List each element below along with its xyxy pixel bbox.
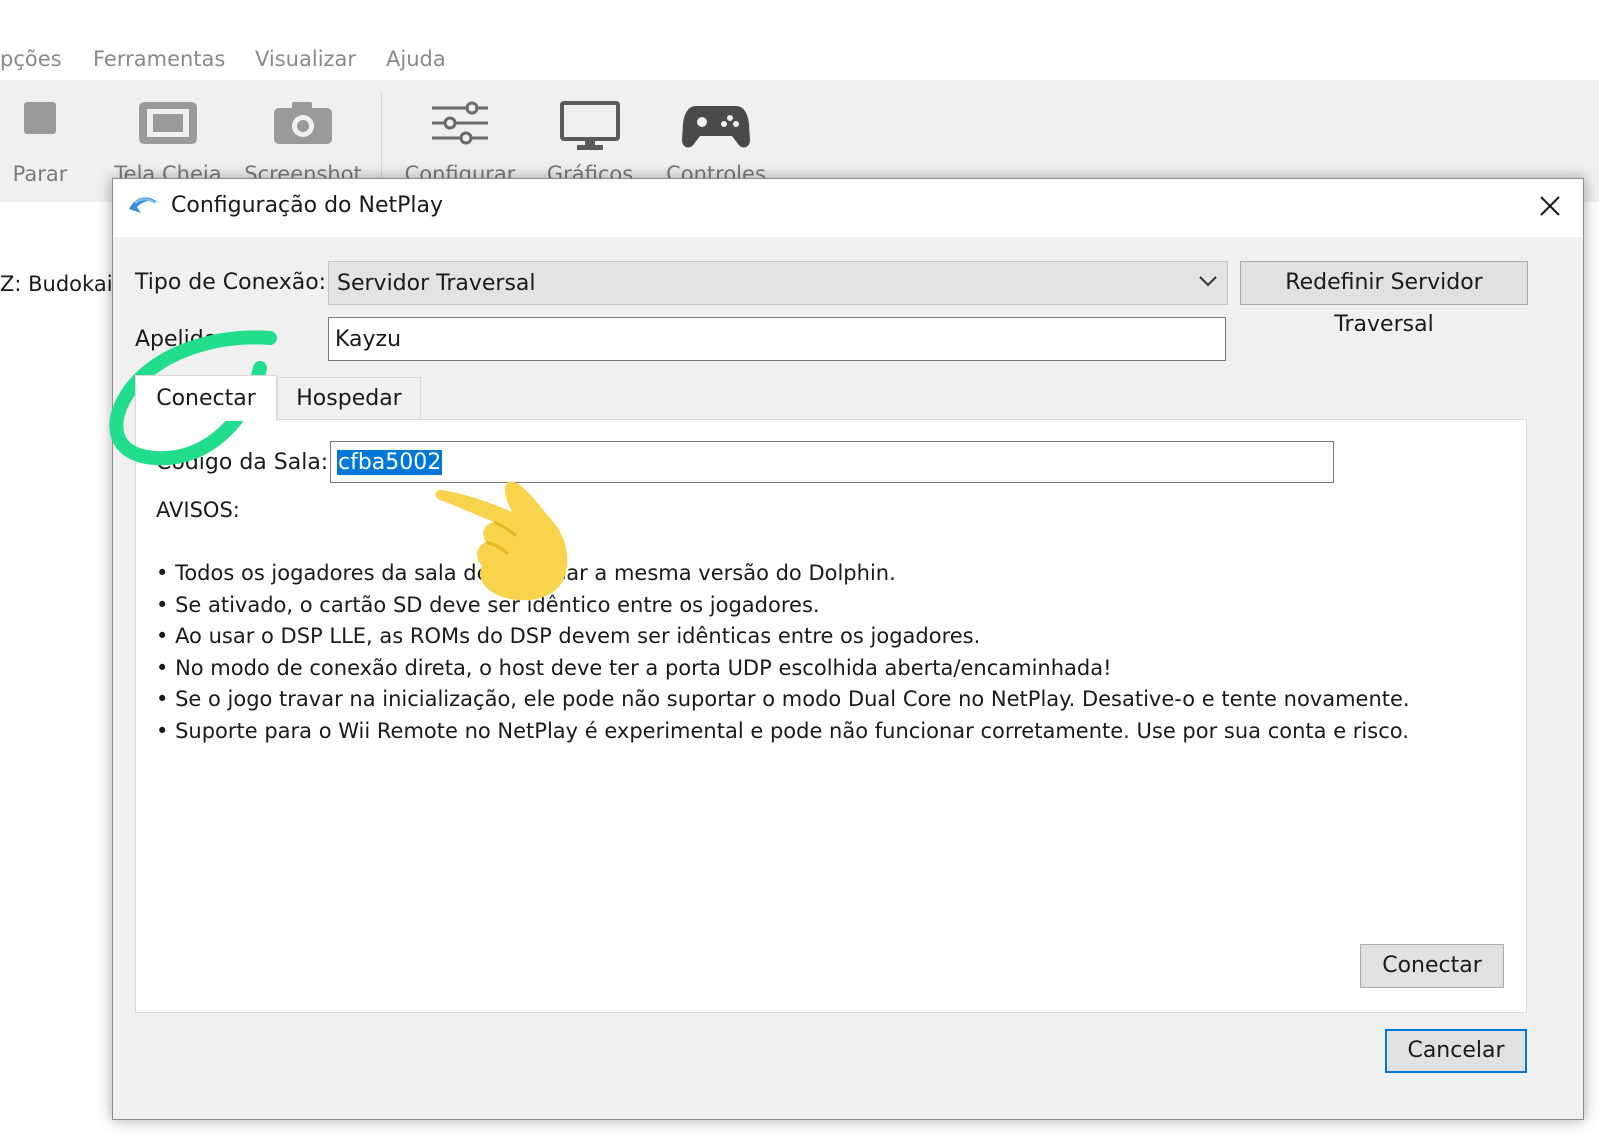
menu-tools[interactable]: Ferramentas — [93, 47, 225, 71]
stop-label: Parar — [12, 162, 68, 186]
connection-type-value: Servidor Traversal — [337, 271, 536, 296]
connect-button[interactable]: Conectar — [1360, 944, 1504, 988]
warning-item: Ao usar o DSP LLE, as ROMs do DSP devem … — [156, 621, 1410, 653]
chevron-down-icon — [1199, 276, 1217, 287]
fullscreen-icon — [139, 102, 197, 144]
close-button[interactable] — [1519, 179, 1583, 237]
room-code-input[interactable]: cfba5002 — [330, 441, 1334, 483]
nickname-value: Kayzu — [335, 327, 402, 352]
netplay-dialog: Configuração do NetPlay Tipo de Conexão:… — [112, 178, 1584, 1120]
warning-item: No modo de conexão direta, o host deve t… — [156, 653, 1410, 685]
tab-host[interactable]: Hospedar — [277, 377, 421, 421]
tab-connect[interactable]: Conectar — [135, 375, 277, 421]
warning-item: Suporte para o Wii Remote no NetPlay é e… — [156, 716, 1410, 748]
dialog-title: Configuração do NetPlay — [171, 193, 444, 218]
sliders-icon — [432, 101, 488, 145]
room-code-label: Código da Sala: — [156, 450, 329, 475]
game-list-item[interactable]: Z: Budokai — [0, 272, 113, 296]
dialog-titlebar: Configuração do NetPlay — [113, 179, 1583, 237]
stop-button[interactable]: Parar — [0, 80, 100, 200]
reset-traversal-button[interactable]: Redefinir Servidor Traversal — [1240, 261, 1528, 337]
toolbar-separator — [381, 92, 382, 182]
warning-item: Se ativado, o cartão SD deve ser idêntic… — [156, 590, 1410, 622]
warning-item: Todos os jogadores da sala devem usar a … — [156, 558, 1410, 590]
connection-type-label: Tipo de Conexão: — [135, 270, 327, 295]
menu-view[interactable]: Visualizar — [255, 47, 356, 71]
connect-tab-panel: Código da Sala: cfba5002 AVISOS: Todos o… — [135, 419, 1527, 1013]
menu-options[interactable]: pções — [0, 47, 62, 71]
dolphin-icon — [129, 197, 159, 213]
warning-item: Se o jogo travar na inicialização, ele p… — [156, 684, 1410, 716]
close-icon — [1540, 196, 1560, 216]
stop-icon — [24, 102, 56, 134]
gamepad-icon — [682, 106, 750, 148]
nickname-input[interactable]: Kayzu — [328, 317, 1226, 361]
connection-type-select[interactable]: Servidor Traversal — [328, 261, 1228, 305]
warnings-list: Todos os jogadores da sala devem usar a … — [156, 558, 1410, 748]
menu-bar: pções Ferramentas Visualizar Ajuda — [0, 0, 1599, 80]
monitor-icon — [560, 101, 620, 150]
cancel-button[interactable]: Cancelar — [1385, 1029, 1527, 1073]
warnings-title: AVISOS: — [156, 498, 240, 522]
camera-icon — [274, 102, 332, 144]
room-code-value: cfba5002 — [337, 450, 443, 475]
menu-help[interactable]: Ajuda — [386, 47, 446, 71]
nickname-label: Apelido: — [135, 327, 225, 352]
